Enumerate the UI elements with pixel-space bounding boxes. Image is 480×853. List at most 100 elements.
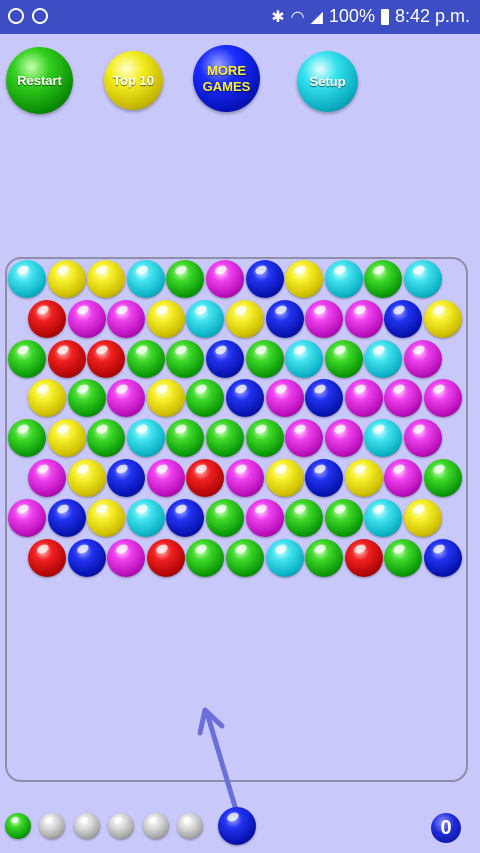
- bubble-magenta: [107, 538, 146, 577]
- remaining-bubble: [177, 813, 203, 839]
- signal-icon: ◢: [310, 8, 323, 26]
- bubble-blue: [305, 459, 344, 497]
- setup-label: Setup: [309, 73, 346, 89]
- bubble-cyan: [126, 260, 165, 298]
- bubble-cyan: [364, 498, 403, 537]
- status-right: ✱ ◠ ◢ 100% 8:42 p.m.: [271, 6, 470, 27]
- clock: 8:42 p.m.: [394, 6, 470, 26]
- remaining-bubble: [39, 813, 65, 839]
- bubble-green: [424, 459, 462, 497]
- bubble-green: [206, 419, 244, 458]
- bubble-red: [28, 299, 66, 338]
- restart-button[interactable]: Restart: [6, 47, 73, 114]
- bubble-red: [146, 538, 185, 577]
- bubble-green: [226, 538, 264, 577]
- restart-label: Restart: [17, 72, 62, 88]
- remaining-bubble: [142, 813, 169, 839]
- aperture-icon: [32, 8, 48, 24]
- bubble-blue: [384, 299, 423, 338]
- score-badge: 0: [431, 813, 461, 843]
- bubble-green: [186, 538, 225, 577]
- bubble-yellow: [146, 299, 185, 338]
- bubble-yellow: [285, 260, 324, 298]
- battery-icon: [380, 8, 389, 25]
- bubble-yellow: [87, 498, 126, 537]
- bubble-red: [47, 339, 86, 378]
- bubble-yellow: [146, 379, 185, 418]
- bubble-green: [8, 419, 46, 458]
- bluetooth-icon: ✱: [271, 8, 285, 26]
- bubble-yellow: [47, 419, 86, 458]
- bubble-green: [285, 498, 324, 537]
- remaining-bubble: [73, 813, 100, 839]
- bubble-yellow: [344, 459, 383, 497]
- bubble-green: [324, 339, 363, 378]
- bubble-green: [206, 498, 244, 537]
- bubble-magenta: [8, 498, 46, 537]
- bubble-cyan: [186, 299, 225, 338]
- more-games-button[interactable]: MORE GAMES: [193, 45, 260, 112]
- bubble-green: [166, 339, 205, 378]
- bubble-yellow: [47, 260, 86, 298]
- bubble-magenta: [265, 379, 304, 418]
- bubble-magenta: [245, 498, 284, 537]
- bubble-yellow: [424, 299, 462, 338]
- top10-button[interactable]: Top 10: [104, 51, 163, 110]
- bubble-cyan: [324, 260, 363, 298]
- bubble-magenta: [404, 339, 442, 378]
- battery-percent: 100%: [328, 6, 375, 26]
- bubble-green: [305, 538, 344, 577]
- shooter-bubble[interactable]: [218, 807, 256, 845]
- bubble-blue: [245, 260, 284, 298]
- score-value: 0: [440, 816, 452, 839]
- bubble-blue: [166, 498, 205, 537]
- bubble-cyan: [364, 339, 403, 378]
- bubble-red: [87, 339, 126, 378]
- bubble-green: [324, 498, 363, 537]
- bubble-cyan: [8, 260, 46, 298]
- top10-label: Top 10: [113, 72, 154, 88]
- bubble-cyan: [126, 498, 165, 537]
- bubble-magenta: [107, 299, 146, 338]
- bubble-magenta: [226, 459, 264, 497]
- bubble-magenta: [324, 419, 363, 458]
- bubble-red: [344, 538, 383, 577]
- bubble-red: [28, 538, 66, 577]
- bubble-blue: [424, 538, 462, 577]
- bubble-yellow: [226, 299, 264, 338]
- bubble-blue: [67, 538, 106, 577]
- bubble-yellow: [404, 498, 442, 537]
- bubble-cyan: [265, 538, 304, 577]
- bubble-magenta: [305, 299, 344, 338]
- bubble-green: [245, 419, 284, 458]
- bubble-blue: [107, 459, 146, 497]
- bubble-blue: [47, 498, 86, 537]
- bubble-cyan: [126, 419, 165, 458]
- bubble-cyan: [404, 260, 442, 298]
- bubble-green: [8, 339, 46, 378]
- bubble-green: [384, 538, 423, 577]
- bubble-magenta: [146, 459, 185, 497]
- status-bar: ✱ ◠ ◢ 100% 8:42 p.m.: [0, 0, 480, 34]
- more-games-label: MORE GAMES: [202, 62, 251, 94]
- bubble-magenta: [404, 419, 442, 458]
- bubble-magenta: [67, 299, 106, 338]
- bubble-magenta: [206, 260, 244, 298]
- aperture-icon: [8, 8, 24, 24]
- remaining-bubble: [108, 813, 134, 839]
- bubble-cyan: [285, 339, 324, 378]
- bubble-green: [126, 339, 165, 378]
- bubble-magenta: [344, 379, 383, 418]
- wifi-icon: ◠: [290, 8, 305, 26]
- bubble-magenta: [344, 299, 383, 338]
- bubble-green: [67, 379, 106, 418]
- bubble-blue: [265, 299, 304, 338]
- bubble-yellow: [87, 260, 126, 298]
- bubble-blue: [206, 339, 244, 378]
- bubble-yellow: [67, 459, 106, 497]
- next-bubble: [5, 813, 31, 839]
- bubble-yellow: [265, 459, 304, 497]
- bubble-green: [245, 339, 284, 378]
- bubble-magenta: [28, 459, 66, 497]
- setup-button[interactable]: Setup: [297, 51, 358, 112]
